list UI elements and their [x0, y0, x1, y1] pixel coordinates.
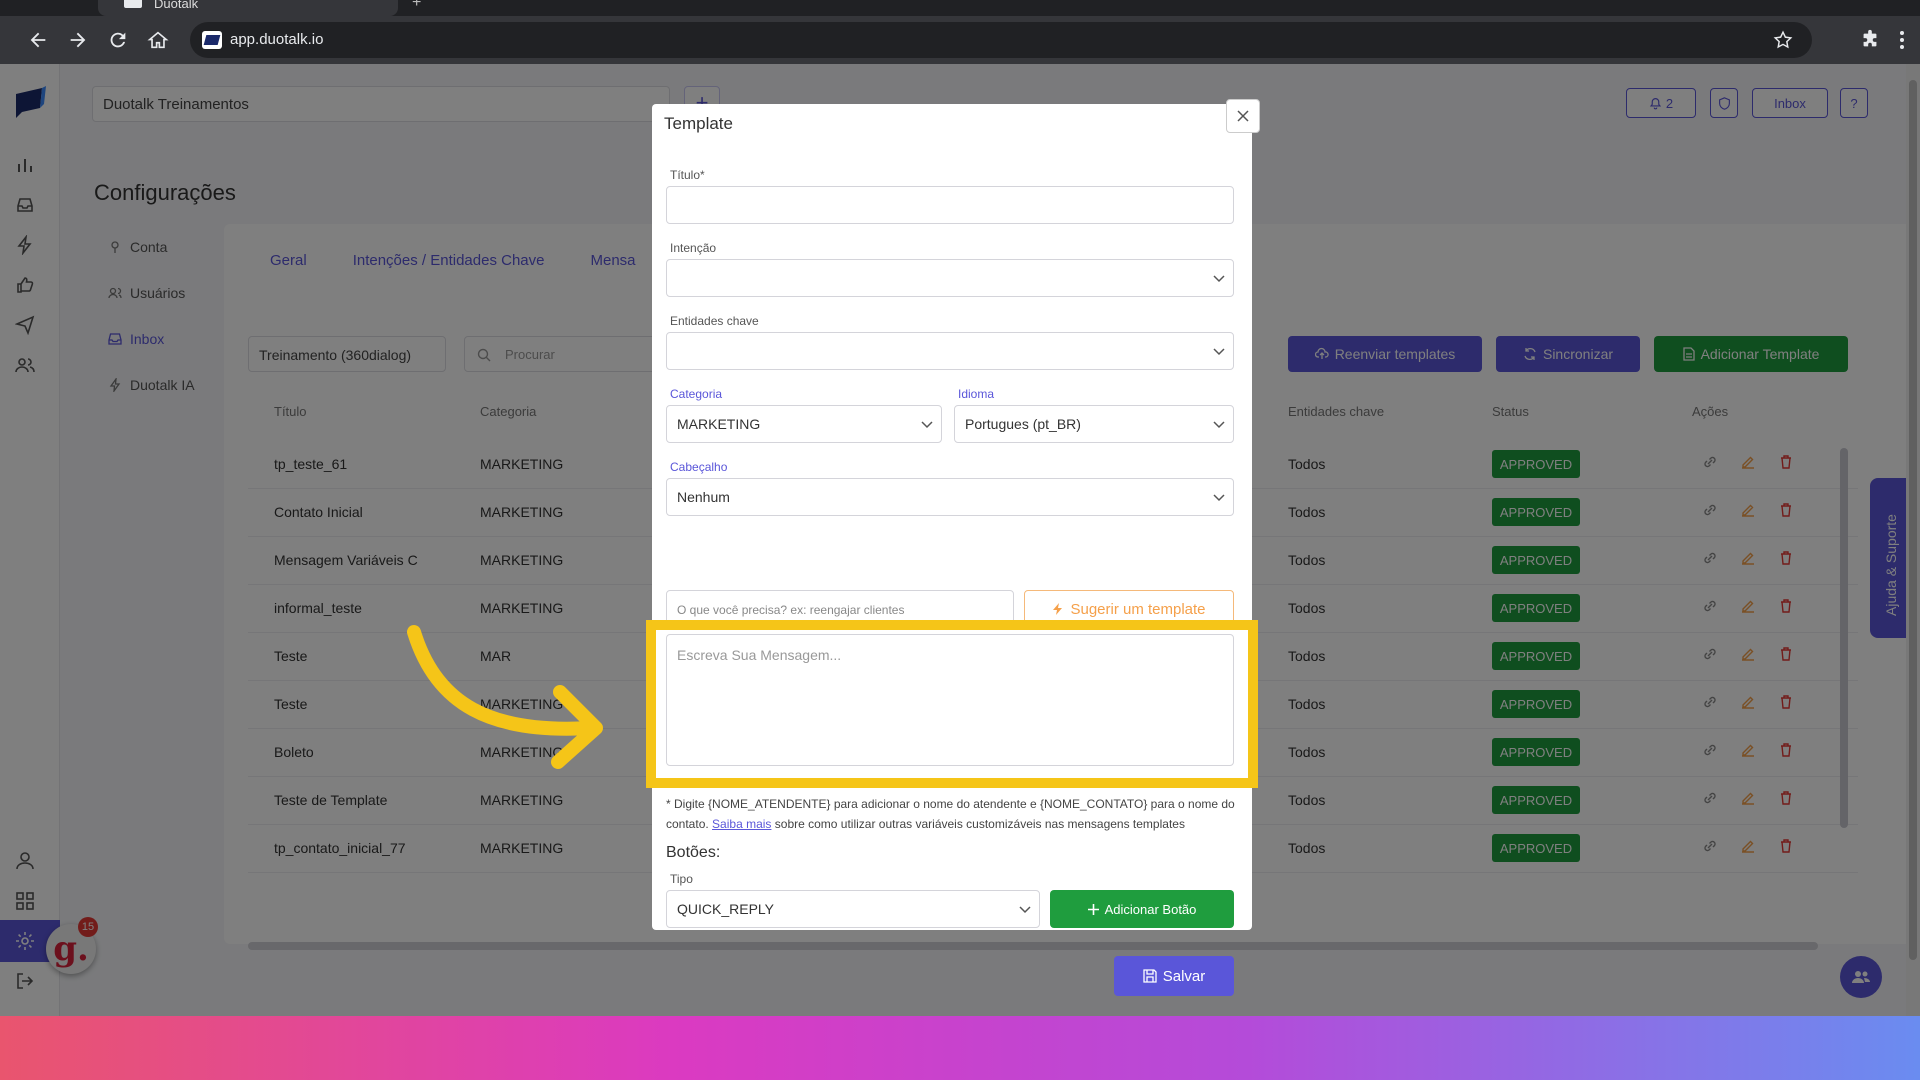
browser-menu-icon[interactable] — [1890, 24, 1914, 56]
add-button-button[interactable]: Adicionar Botão — [1050, 890, 1234, 928]
chevron-down-icon — [1213, 275, 1225, 283]
annotation-arrow-icon — [407, 625, 603, 769]
button-type-value: QUICK_REPLY — [677, 901, 774, 917]
button-type-select[interactable]: QUICK_REPLY — [666, 890, 1040, 928]
language-select[interactable]: Portugues (pt_BR) — [954, 405, 1234, 443]
address-bar[interactable]: app.duotalk.io — [190, 22, 1812, 58]
tab-title: Duotalk — [154, 0, 199, 11]
buttons-section-title: Botões: — [666, 844, 721, 861]
url-text: app.duotalk.io — [230, 31, 324, 48]
back-icon[interactable] — [22, 24, 54, 56]
learn-more-link[interactable]: Saiba mais — [712, 817, 771, 831]
entities-select[interactable] — [666, 332, 1234, 370]
chevron-down-icon — [1213, 348, 1225, 356]
header-select[interactable]: Nenhum — [666, 478, 1234, 516]
add-button-label: Adicionar Botão — [1104, 901, 1197, 917]
intent-label: Intenção — [670, 241, 717, 255]
language-label: Idioma — [958, 387, 995, 401]
reload-icon[interactable] — [102, 24, 134, 56]
plus-icon — [1087, 903, 1099, 915]
highlight-box — [646, 620, 1258, 788]
save-label: Salvar — [1162, 967, 1206, 985]
category-value: MARKETING — [677, 416, 761, 432]
modal-title: Template — [664, 114, 733, 133]
help-text-part-2: sobre como utilizar outras variáveis cus… — [774, 817, 1185, 831]
chevron-down-icon — [1213, 421, 1225, 429]
chevron-down-icon — [1019, 906, 1031, 914]
extensions-icon[interactable] — [1854, 24, 1886, 56]
intent-select[interactable] — [666, 259, 1234, 297]
close-icon — [1237, 110, 1249, 122]
title-label: Título* — [670, 168, 705, 182]
save-button[interactable]: Salvar — [1114, 956, 1234, 996]
type-label: Tipo — [670, 872, 693, 886]
tab-favicon-icon — [124, 0, 142, 8]
category-select[interactable]: MARKETING — [666, 405, 942, 443]
browser-toolbar: app.duotalk.io — [0, 16, 1920, 64]
header-value: Nenhum — [677, 489, 730, 505]
bolt-icon — [1053, 603, 1063, 615]
bottom-gradient-band — [0, 1016, 1920, 1080]
suggest-template-label: Sugerir um template — [1070, 600, 1206, 618]
language-value: Portugues (pt_BR) — [965, 416, 1081, 432]
site-favicon-icon — [202, 31, 222, 49]
new-tab-icon[interactable]: + — [412, 0, 421, 12]
template-modal: Template Título* Intenção Entidades chav… — [646, 99, 1260, 996]
close-modal-button[interactable] — [1226, 99, 1260, 133]
header-label: Cabeçalho — [670, 460, 728, 474]
variables-help-text: * Digite {NOME_ATENDENTE} para adicionar… — [666, 794, 1242, 834]
chevron-down-icon — [921, 421, 933, 429]
bookmark-star-icon[interactable] — [1772, 29, 1794, 51]
chevron-down-icon — [1213, 494, 1225, 502]
browser-tab[interactable]: Duotalk — [98, 0, 398, 16]
category-label: Categoria — [670, 387, 723, 401]
entities-label: Entidades chave — [670, 314, 759, 328]
title-input[interactable] — [666, 186, 1234, 224]
app: g. 15 Duotalk Treinamentos + 2 Inbox ? C… — [0, 64, 1920, 1016]
browser-tabstrip: Duotalk + — [0, 0, 1920, 16]
floppy-disk-icon — [1143, 969, 1157, 983]
forward-icon[interactable] — [62, 24, 94, 56]
home-icon[interactable] — [142, 24, 174, 56]
